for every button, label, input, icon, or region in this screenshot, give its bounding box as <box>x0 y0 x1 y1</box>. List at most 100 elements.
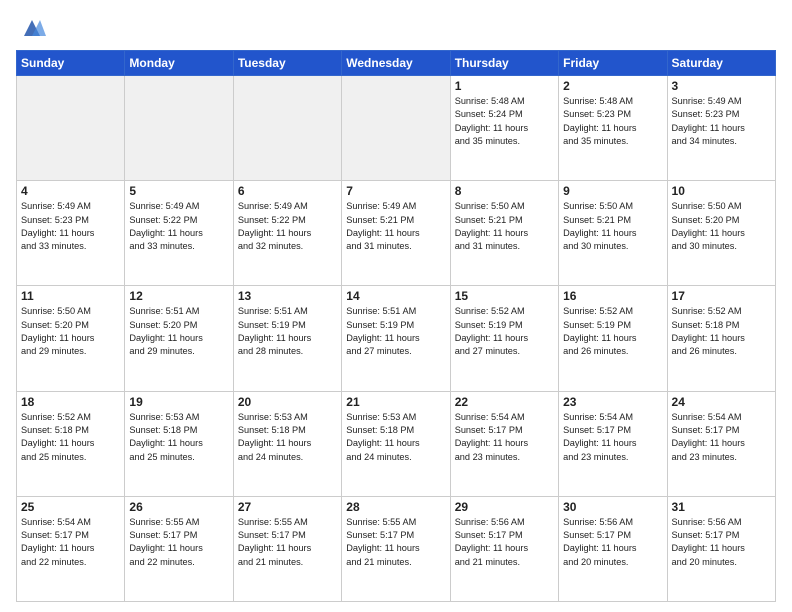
calendar-cell: 15Sunrise: 5:52 AM Sunset: 5:19 PM Dayli… <box>450 286 558 391</box>
day-number: 5 <box>129 184 228 198</box>
day-number: 31 <box>672 500 771 514</box>
logo-icon <box>18 14 46 42</box>
day-info: Sunrise: 5:54 AM Sunset: 5:17 PM Dayligh… <box>563 411 662 464</box>
day-number: 18 <box>21 395 120 409</box>
day-info: Sunrise: 5:50 AM Sunset: 5:20 PM Dayligh… <box>672 200 771 253</box>
day-info: Sunrise: 5:49 AM Sunset: 5:21 PM Dayligh… <box>346 200 445 253</box>
calendar-cell: 28Sunrise: 5:55 AM Sunset: 5:17 PM Dayli… <box>342 496 450 601</box>
calendar-table: SundayMondayTuesdayWednesdayThursdayFrid… <box>16 50 776 602</box>
day-info: Sunrise: 5:52 AM Sunset: 5:18 PM Dayligh… <box>21 411 120 464</box>
calendar-cell: 31 Sunrise: 5:56 AM Sunset: 5:17 PM Dayli… <box>667 496 775 601</box>
week-row-1: 1 Sunrise: 5:48 AM Sunset: 5:24 PM Daylig… <box>17 76 776 181</box>
calendar-cell: 10 Sunrise: 5:50 AM Sunset: 5:20 PM Dayli… <box>667 181 775 286</box>
day-number: 25 <box>21 500 120 514</box>
calendar-cell: 29 Sunrise: 5:56 AM Sunset: 5:17 PM Dayli… <box>450 496 558 601</box>
calendar-cell <box>233 76 341 181</box>
week-row-2: 4 Sunrise: 5:49 AM Sunset: 5:23 PM Daylig… <box>17 181 776 286</box>
day-info: Sunrise: 5:50 AM Sunset: 5:20 PM Dayligh… <box>21 305 120 358</box>
day-number: 21 <box>346 395 445 409</box>
day-number: 14 <box>346 289 445 303</box>
calendar-cell: 5 Sunrise: 5:49 AM Sunset: 5:22 PM Daylig… <box>125 181 233 286</box>
day-number: 8 <box>455 184 554 198</box>
calendar-cell: 12 Sunrise: 5:51 AM Sunset: 5:20 PM Dayli… <box>125 286 233 391</box>
weekday-header-row: SundayMondayTuesdayWednesdayThursdayFrid… <box>17 51 776 76</box>
day-info: Sunrise: 5:54 AM Sunset: 5:17 PM Dayligh… <box>455 411 554 464</box>
day-info: Sunrise: 5:55 AM Sunset: 5:17 PM Dayligh… <box>129 516 228 569</box>
calendar-cell: 18 Sunrise: 5:52 AM Sunset: 5:18 PM Dayli… <box>17 391 125 496</box>
day-number: 23 <box>563 395 662 409</box>
day-number: 16 <box>563 289 662 303</box>
day-number: 19 <box>129 395 228 409</box>
calendar-cell: 22 Sunrise: 5:54 AM Sunset: 5:17 PM Dayli… <box>450 391 558 496</box>
day-info: Sunrise: 5:52 AM Sunset: 5:19 PM Dayligh… <box>563 305 662 358</box>
weekday-header-wednesday: Wednesday <box>342 51 450 76</box>
calendar-cell: 30 Sunrise: 5:56 AM Sunset: 5:17 PM Dayli… <box>559 496 667 601</box>
day-info: Sunrise: 5:49 AM Sunset: 5:23 PM Dayligh… <box>21 200 120 253</box>
calendar-cell <box>17 76 125 181</box>
calendar-cell: 17 Sunrise: 5:52 AM Sunset: 5:18 PM Dayli… <box>667 286 775 391</box>
day-info: Sunrise: 5:49 AM Sunset: 5:22 PM Dayligh… <box>129 200 228 253</box>
calendar-cell: 20Sunrise: 5:53 AM Sunset: 5:18 PM Dayli… <box>233 391 341 496</box>
day-number: 27 <box>238 500 337 514</box>
day-info: Sunrise: 5:52 AM Sunset: 5:19 PM Dayligh… <box>455 305 554 358</box>
day-info: Sunrise: 5:53 AM Sunset: 5:18 PM Dayligh… <box>346 411 445 464</box>
calendar-cell: 1 Sunrise: 5:48 AM Sunset: 5:24 PM Daylig… <box>450 76 558 181</box>
day-number: 3 <box>672 79 771 93</box>
calendar-cell: 23 Sunrise: 5:54 AM Sunset: 5:17 PM Dayli… <box>559 391 667 496</box>
day-number: 11 <box>21 289 120 303</box>
calendar-cell: 2 Sunrise: 5:48 AM Sunset: 5:23 PM Daylig… <box>559 76 667 181</box>
day-info: Sunrise: 5:48 AM Sunset: 5:24 PM Dayligh… <box>455 95 554 148</box>
day-info: Sunrise: 5:56 AM Sunset: 5:17 PM Dayligh… <box>563 516 662 569</box>
day-info: Sunrise: 5:56 AM Sunset: 5:17 PM Dayligh… <box>672 516 771 569</box>
week-row-5: 25 Sunrise: 5:54 AM Sunset: 5:17 PM Dayli… <box>17 496 776 601</box>
week-row-4: 18 Sunrise: 5:52 AM Sunset: 5:18 PM Dayli… <box>17 391 776 496</box>
day-number: 17 <box>672 289 771 303</box>
day-number: 10 <box>672 184 771 198</box>
calendar-cell <box>125 76 233 181</box>
calendar-cell: 8Sunrise: 5:50 AM Sunset: 5:21 PM Daylig… <box>450 181 558 286</box>
day-number: 2 <box>563 79 662 93</box>
calendar-cell: 27Sunrise: 5:55 AM Sunset: 5:17 PM Dayli… <box>233 496 341 601</box>
day-number: 24 <box>672 395 771 409</box>
calendar-cell: 21 Sunrise: 5:53 AM Sunset: 5:18 PM Dayli… <box>342 391 450 496</box>
calendar-cell: 14Sunrise: 5:51 AM Sunset: 5:19 PM Dayli… <box>342 286 450 391</box>
weekday-header-sunday: Sunday <box>17 51 125 76</box>
day-number: 12 <box>129 289 228 303</box>
day-info: Sunrise: 5:51 AM Sunset: 5:19 PM Dayligh… <box>238 305 337 358</box>
day-number: 26 <box>129 500 228 514</box>
day-number: 9 <box>563 184 662 198</box>
day-number: 29 <box>455 500 554 514</box>
header <box>16 14 776 42</box>
weekday-header-monday: Monday <box>125 51 233 76</box>
day-info: Sunrise: 5:56 AM Sunset: 5:17 PM Dayligh… <box>455 516 554 569</box>
day-number: 30 <box>563 500 662 514</box>
day-info: Sunrise: 5:54 AM Sunset: 5:17 PM Dayligh… <box>672 411 771 464</box>
calendar-cell: 6 Sunrise: 5:49 AM Sunset: 5:22 PM Daylig… <box>233 181 341 286</box>
day-info: Sunrise: 5:54 AM Sunset: 5:17 PM Dayligh… <box>21 516 120 569</box>
calendar-cell: 26 Sunrise: 5:55 AM Sunset: 5:17 PM Dayli… <box>125 496 233 601</box>
day-info: Sunrise: 5:51 AM Sunset: 5:20 PM Dayligh… <box>129 305 228 358</box>
weekday-header-thursday: Thursday <box>450 51 558 76</box>
day-info: Sunrise: 5:49 AM Sunset: 5:23 PM Dayligh… <box>672 95 771 148</box>
calendar-cell: 13 Sunrise: 5:51 AM Sunset: 5:19 PM Dayli… <box>233 286 341 391</box>
calendar-cell: 9 Sunrise: 5:50 AM Sunset: 5:21 PM Daylig… <box>559 181 667 286</box>
day-info: Sunrise: 5:53 AM Sunset: 5:18 PM Dayligh… <box>129 411 228 464</box>
day-info: Sunrise: 5:49 AM Sunset: 5:22 PM Dayligh… <box>238 200 337 253</box>
day-number: 13 <box>238 289 337 303</box>
day-info: Sunrise: 5:52 AM Sunset: 5:18 PM Dayligh… <box>672 305 771 358</box>
day-number: 4 <box>21 184 120 198</box>
weekday-header-saturday: Saturday <box>667 51 775 76</box>
day-info: Sunrise: 5:48 AM Sunset: 5:23 PM Dayligh… <box>563 95 662 148</box>
day-number: 22 <box>455 395 554 409</box>
day-info: Sunrise: 5:50 AM Sunset: 5:21 PM Dayligh… <box>563 200 662 253</box>
calendar-cell <box>342 76 450 181</box>
calendar-cell: 24 Sunrise: 5:54 AM Sunset: 5:17 PM Dayli… <box>667 391 775 496</box>
weekday-header-tuesday: Tuesday <box>233 51 341 76</box>
day-info: Sunrise: 5:53 AM Sunset: 5:18 PM Dayligh… <box>238 411 337 464</box>
calendar-cell: 7Sunrise: 5:49 AM Sunset: 5:21 PM Daylig… <box>342 181 450 286</box>
day-number: 6 <box>238 184 337 198</box>
calendar-cell: 25 Sunrise: 5:54 AM Sunset: 5:17 PM Dayli… <box>17 496 125 601</box>
page: SundayMondayTuesdayWednesdayThursdayFrid… <box>0 0 792 612</box>
day-number: 1 <box>455 79 554 93</box>
logo <box>16 14 46 42</box>
